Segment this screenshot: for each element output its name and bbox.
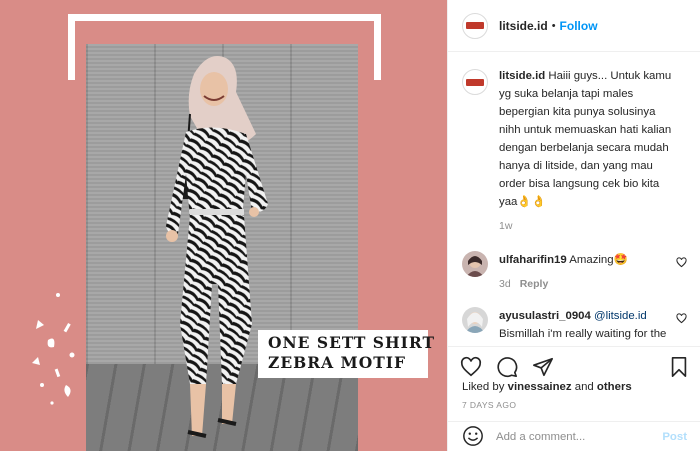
- likes-prefix: Liked by: [462, 381, 505, 393]
- model-photo: [86, 44, 358, 451]
- add-comment-input[interactable]: [496, 431, 656, 443]
- follow-button[interactable]: Follow: [560, 19, 598, 33]
- comment-text: Bismillah i'm really waiting for the giv…: [499, 328, 667, 340]
- profile-avatar[interactable]: [462, 12, 488, 39]
- caption-avatar[interactable]: [462, 69, 488, 95]
- comment-mention[interactable]: @litside.id: [594, 310, 647, 322]
- header-username[interactable]: litside.id: [499, 19, 548, 33]
- comment-meta: 3d Reply: [499, 275, 674, 293]
- post-date[interactable]: 7 DAYS AGO: [448, 400, 700, 410]
- comment-body: ayusulastri_0904 @litside.id Bismillah i…: [499, 307, 674, 346]
- share-icon[interactable]: [532, 356, 554, 378]
- comment-username[interactable]: ayusulastri_0904: [499, 310, 591, 322]
- comment-body: ulfaharifin19 Amazing🤩 3d Reply: [499, 251, 674, 293]
- caption-line-1: ONE SETT SHIRT: [268, 333, 436, 352]
- post-image[interactable]: ONE SETT SHIRT ZEBRA MOTIF: [0, 0, 447, 451]
- bookmark-icon[interactable]: [669, 356, 689, 378]
- comments-list[interactable]: litside.id Haiii guys... Untuk kamu yg s…: [448, 53, 700, 346]
- post-sidebar: litside.id • Follow litside.id Haiii guy…: [447, 0, 700, 451]
- heart-icon[interactable]: [460, 356, 482, 378]
- comment-username[interactable]: ulfaharifin19: [499, 254, 567, 266]
- likes-connector: and: [574, 381, 594, 393]
- header-separator: •: [551, 19, 556, 32]
- caption-text: Haiii guys... Untuk kamu yg suka belanja…: [499, 70, 672, 208]
- sparkle-decoration: [32, 293, 75, 405]
- commenter-avatar[interactable]: [462, 307, 488, 333]
- likes-summary: Liked by vinessainez and others: [448, 381, 700, 393]
- post-header: litside.id • Follow: [448, 0, 700, 52]
- likes-user[interactable]: vinessainez: [508, 381, 572, 393]
- action-icons-row: [448, 347, 700, 381]
- brand-logo-icon: [466, 78, 484, 86]
- like-comment-heart-icon[interactable]: [676, 313, 687, 324]
- comment-item: ulfaharifin19 Amazing🤩 3d Reply: [462, 251, 687, 293]
- product-caption-box: ONE SETT SHIRT ZEBRA MOTIF: [258, 330, 436, 378]
- comment-text: Amazing🤩: [569, 254, 628, 266]
- comment-time[interactable]: 3d: [499, 278, 511, 290]
- commenter-avatar[interactable]: [462, 251, 488, 277]
- caption-line-2: ZEBRA MOTIF: [268, 353, 406, 372]
- comment-icon[interactable]: [496, 356, 518, 378]
- post-actions: Liked by vinessainez and others 7 DAYS A…: [448, 346, 700, 451]
- caption-body: litside.id Haiii guys... Untuk kamu yg s…: [499, 67, 674, 235]
- brand-logo-icon: [466, 22, 484, 29]
- caption-username[interactable]: litside.id: [499, 70, 545, 82]
- comment-item: ayusulastri_0904 @litside.id Bismillah i…: [462, 307, 687, 346]
- caption-meta: 1w: [499, 217, 674, 235]
- caption-time[interactable]: 1w: [499, 220, 512, 232]
- post-caption: litside.id Haiii guys... Untuk kamu yg s…: [462, 69, 687, 235]
- reply-button[interactable]: Reply: [520, 278, 549, 290]
- emoji-icon[interactable]: [462, 425, 484, 450]
- model-figure: [166, 56, 268, 438]
- post-comment-button[interactable]: Post: [662, 431, 687, 443]
- like-comment-heart-icon[interactable]: [676, 257, 687, 268]
- likes-others[interactable]: others: [597, 381, 632, 393]
- add-comment-bar: Post: [448, 421, 700, 451]
